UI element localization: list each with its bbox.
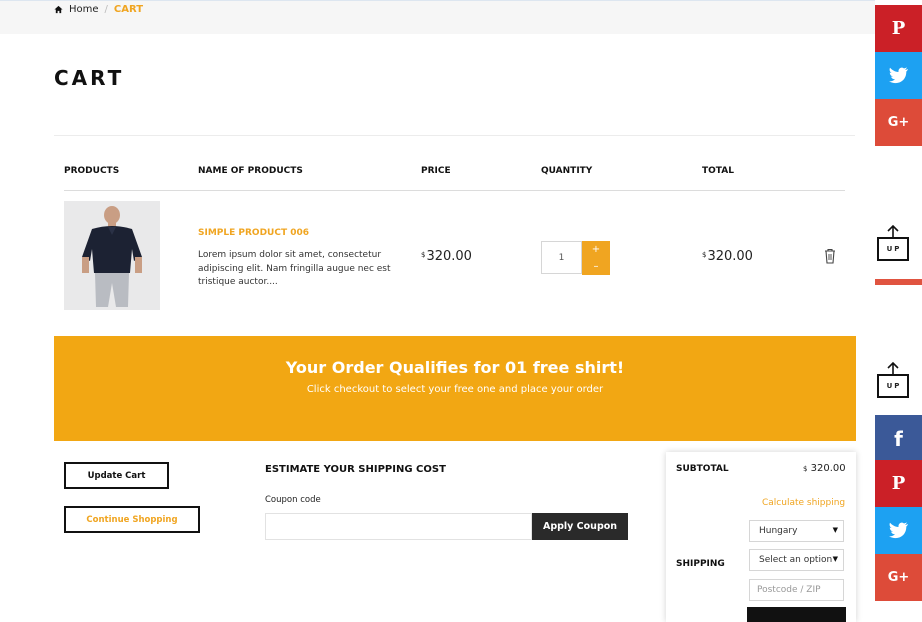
banner-subtext: Click checkout to select your free one a… [306,384,604,395]
apply-coupon-button[interactable]: Apply Coupon [532,513,628,540]
product-description: Lorem ipsum dolor sit amet, consectetur … [198,250,391,287]
breadcrumb: Home / CART [54,4,143,15]
subtotal-currency: $ [803,465,808,473]
subtotal-value: 320.00 [810,463,846,474]
breadcrumb-home-link[interactable]: Home [69,4,99,15]
google-plus-icon: G+ [887,570,910,585]
shipping-label: SHIPPING [676,559,725,569]
product-image[interactable] [64,201,160,310]
page-title: CART [54,66,125,90]
update-totals-button[interactable] [747,607,846,622]
twitter-share-button-2[interactable] [875,507,922,554]
banner-headline: Your Order Qualifies for 01 free shirt! [285,358,625,377]
google-plus-share-button-2[interactable]: G+ [875,554,922,601]
update-cart-button[interactable]: Update Cart [64,462,169,489]
quantity-increase-button[interactable]: + [582,241,610,258]
up-label: UP [877,237,909,261]
coupon-input[interactable] [265,513,532,540]
total-currency: $ [702,251,707,259]
quantity-input[interactable]: 1 [541,241,582,274]
header-products: PRODUCTS [64,166,120,176]
home-icon [54,5,63,14]
header-name-of-products: NAME OF PRODUCTS [198,166,303,176]
free-shirt-banner: Your Order Qualifies for 01 free shirt! … [54,336,856,441]
twitter-icon [888,522,908,539]
scroll-to-top-button-secondary[interactable]: UP [877,362,909,400]
chevron-down-icon: ▼ [832,526,838,534]
pinterest-share-button-2[interactable]: P [875,460,922,507]
up-label: UP [877,374,909,398]
facebook-icon: f [894,426,903,451]
sidebar-divider-strip [875,279,922,285]
price-currency: $ [421,251,426,259]
google-plus-icon: G+ [887,115,910,130]
header-price: PRICE [421,166,451,176]
subtotal-amount: $ 320.00 [803,463,846,474]
state-select[interactable]: Select an option ▼ [749,549,844,571]
coupon-label: Coupon code [265,495,321,505]
trash-icon[interactable] [823,248,837,264]
header-total: TOTAL [702,166,734,176]
google-plus-share-button[interactable]: G+ [875,99,922,146]
header-quantity: QUANTITY [541,166,593,176]
breadcrumb-current: CART [113,4,144,15]
pinterest-share-button[interactable]: P [875,5,922,52]
state-value: Select an option [759,555,833,565]
twitter-share-button[interactable] [875,52,922,99]
product-name-link[interactable]: SIMPLE PRODUCT 006 [198,228,309,238]
product-price: $320.00 [421,249,472,264]
quantity-decrease-button[interactable]: – [582,258,610,275]
total-value: 320.00 [707,249,753,264]
twitter-icon [888,67,908,84]
calculate-shipping-link[interactable]: Calculate shipping [762,498,845,508]
subtotal-label: SUBTOTAL [676,464,729,474]
breadcrumb-separator: / [104,4,108,15]
pinterest-icon: P [891,473,906,494]
postcode-input[interactable]: Postcode / ZIP [749,579,844,601]
price-value: 320.00 [426,249,472,264]
navy-polo-shirt-image [64,201,160,310]
country-value: Hungary [759,526,798,536]
shipping-estimate-title: ESTIMATE YOUR SHIPPING COST [265,464,446,475]
scroll-to-top-button[interactable]: UP [877,225,909,263]
continue-shopping-button[interactable]: Continue Shopping [64,506,200,533]
cart-totals-box: SUBTOTAL $ 320.00 Calculate shipping Hun… [666,452,856,622]
pinterest-icon: P [891,18,906,39]
product-total: $320.00 [702,249,753,264]
title-divider [54,135,855,136]
chevron-down-icon: ▼ [832,555,838,563]
facebook-share-button[interactable]: f [875,415,922,462]
header-divider [64,190,845,191]
country-select[interactable]: Hungary ▼ [749,520,844,542]
breadcrumb-bar: Home / CART [0,0,875,34]
